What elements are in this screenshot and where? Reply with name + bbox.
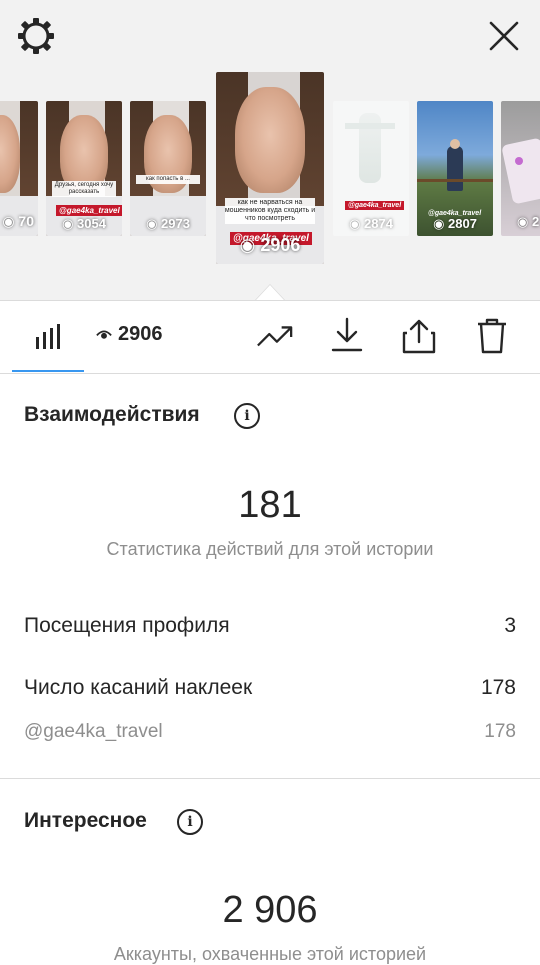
interactions-total: 181 — [238, 484, 302, 526]
story-toolbar: 2906 — [0, 301, 540, 374]
story-views: ◉ 3054 — [62, 216, 106, 231]
gear-icon[interactable] — [16, 16, 56, 56]
story-views: ◉ 2906 — [239, 235, 301, 255]
story-thumbnail[interactable]: как попасть в ... ◉ 2973 — [130, 101, 206, 236]
stat-row-sticker-taps: Число касаний наклеек 178 — [24, 676, 516, 700]
info-icon[interactable]: i — [234, 403, 260, 429]
story-views: ◉ 2807 — [433, 216, 477, 231]
discovery-title: Интересное — [24, 809, 147, 832]
discovery-caption: Аккаунты, охваченные этой историей — [113, 944, 427, 964]
views-count[interactable]: 2906 — [96, 323, 163, 346]
info-icon[interactable]: i — [177, 809, 203, 835]
stats-tab-indicator — [12, 370, 84, 372]
story-thumbnail[interactable]: @gae4ka_travel ◉ 2807 — [417, 101, 493, 236]
story-views: ◉ 2874 — [349, 216, 393, 231]
stat-value: 3 — [504, 614, 516, 637]
story-views: ◉ 2 — [517, 214, 540, 229]
story-thumbnail[interactable]: Друзья, сегодня хочу рассказать @gae4ka_… — [46, 101, 122, 236]
interactions-caption: Статистика действий для этой истории — [106, 539, 434, 559]
stat-value: 178 — [484, 721, 516, 742]
stat-label: Посещения профиля — [24, 614, 230, 637]
story-carousel: ◉ 70 Друзья, сегодня хочу рассказать @ga… — [0, 0, 540, 301]
stat-row-profile-visits: Посещения профиля 3 — [24, 614, 516, 638]
story-views: ◉ 2973 — [146, 216, 190, 231]
discovery-total: 2 906 — [222, 889, 318, 931]
download-icon[interactable] — [331, 317, 363, 353]
selected-story-pointer — [255, 284, 285, 300]
story-thumbnail-selected[interactable]: как не нарваться на мошенников куда сход… — [216, 72, 324, 264]
interactions-title: Взаимодействия — [24, 403, 200, 426]
story-caption: как попасть в ... — [136, 175, 200, 184]
stat-label: Число касаний наклеек — [24, 676, 253, 699]
bar-chart-icon[interactable] — [34, 321, 62, 351]
eye-icon — [96, 330, 112, 339]
story-mention-tag: @gae4ka_travel — [345, 201, 405, 210]
stat-label: @gae4ka_travel — [24, 721, 163, 742]
close-icon[interactable] — [486, 18, 522, 54]
story-thumbnail[interactable]: ◉ 70 — [0, 101, 38, 236]
story-caption: как не нарваться на мошенников куда сход… — [224, 198, 316, 224]
share-icon[interactable] — [402, 317, 436, 355]
stat-value: 178 — [480, 676, 516, 699]
stat-row-mention-sticker: @gae4ka_travel 178 — [24, 721, 516, 743]
views-count-label: 2906 — [118, 323, 163, 345]
trash-icon[interactable] — [476, 317, 508, 355]
story-views: ◉ 70 — [2, 213, 34, 229]
story-thumbnail[interactable]: @gae4ka_travel ◉ 2874 — [333, 101, 409, 236]
trending-up-icon[interactable] — [256, 321, 294, 351]
story-thumbnail[interactable]: ◉ 2 — [501, 101, 540, 236]
story-mention-tag: @gae4ka_travel — [56, 205, 122, 216]
story-caption: Друзья, сегодня хочу рассказать — [52, 181, 116, 197]
section-divider — [0, 778, 540, 779]
